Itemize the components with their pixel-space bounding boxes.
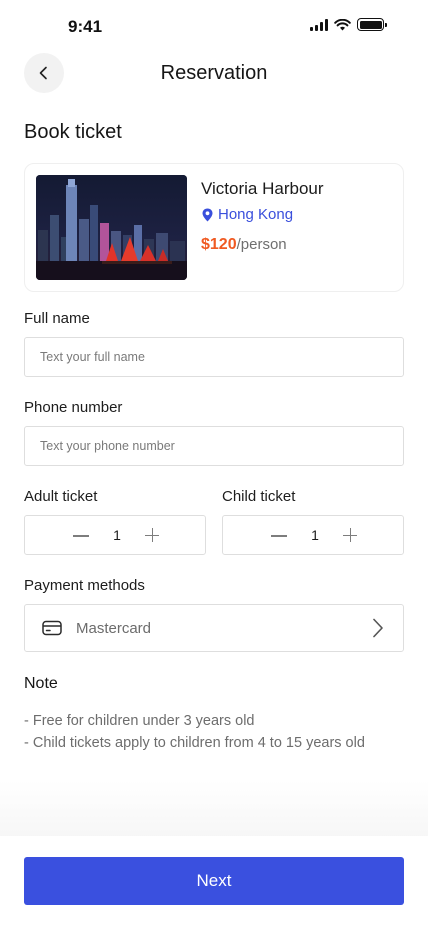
child-ticket-stepper: 1 [222,515,404,555]
phone-number-label: Phone number [24,399,123,416]
payment-method-select[interactable]: Mastercard [24,604,404,652]
attraction-card[interactable]: Victoria Harbour Hong Kong $120/person [24,163,404,292]
child-decrement-button[interactable] [271,535,287,537]
attraction-image [36,175,187,280]
credit-card-icon [42,620,62,636]
section-title: Book ticket [24,121,122,143]
next-button[interactable]: Next [24,857,404,905]
status-time: 9:41 [68,17,103,36]
attraction-location: Hong Kong [202,206,293,223]
wifi-icon [334,18,351,30]
location-pin-icon [202,208,213,221]
adult-ticket-count: 1 [113,527,121,543]
price-amount: $120 [201,236,237,253]
location-text: Hong Kong [218,206,294,223]
child-ticket-label: Child ticket [222,488,296,505]
full-name-input[interactable] [24,337,404,377]
header: Reservation [24,53,404,93]
child-ticket-count: 1 [311,527,319,543]
attraction-price: $120/person [201,236,287,254]
note-line: - Free for children under 3 years old [24,713,255,729]
price-unit: /person [236,236,287,253]
payment-methods-label: Payment methods [24,577,145,594]
page-title: Reservation [160,62,268,84]
chevron-right-icon [373,618,383,638]
adult-ticket-stepper: 1 [24,515,206,555]
bottom-fade [0,780,428,840]
adult-ticket-label: Adult ticket [24,488,98,505]
adult-decrement-button[interactable] [73,535,89,537]
note-line: - Child tickets apply to children from 4… [24,735,365,751]
child-increment-button[interactable] [343,528,357,542]
attraction-name: Victoria Harbour [201,179,324,198]
full-name-label: Full name [24,310,90,327]
cellular-signal-icon [310,18,328,31]
payment-method-value: Mastercard [76,620,152,637]
phone-number-input[interactable] [24,426,404,466]
status-icons [310,18,387,31]
battery-icon [357,18,387,31]
note-title: Note [24,675,58,692]
status-bar: 9:41 [0,0,428,50]
adult-increment-button[interactable] [145,528,159,542]
